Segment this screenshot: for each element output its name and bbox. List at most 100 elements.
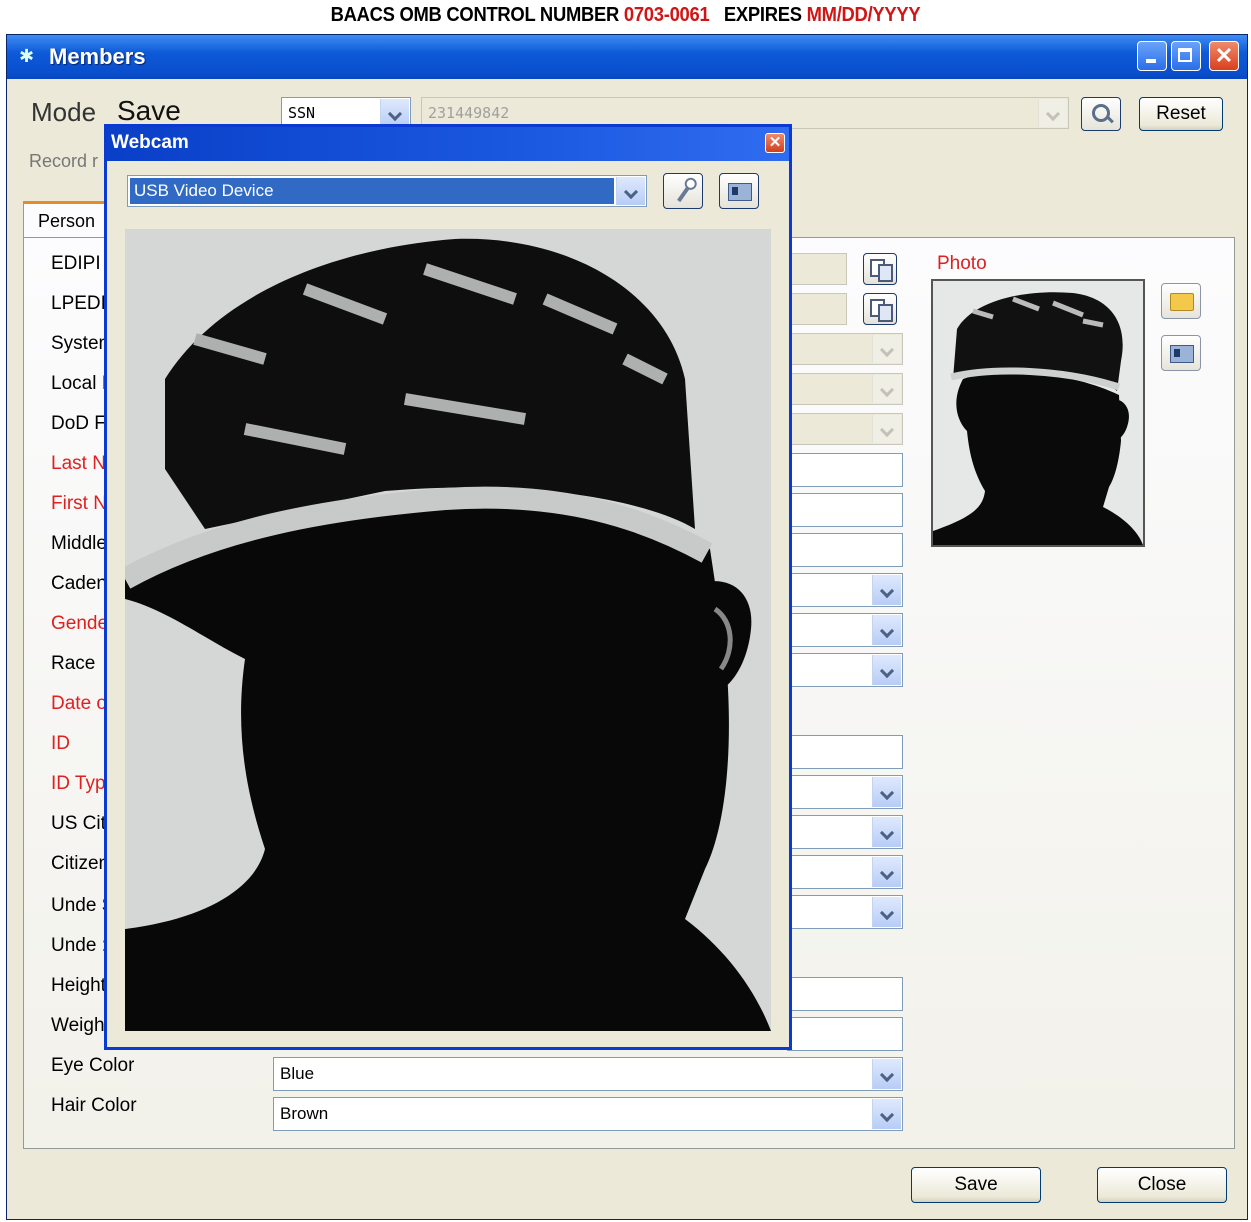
webcam-silhouette: [125, 229, 771, 1031]
lpedi-input[interactable]: [787, 293, 847, 325]
omb-control-banner: BAACS OMB CONTROL NUMBER 0703-0061 EXPIR…: [50, 4, 1201, 27]
webcam-dialog: Webcam ✕ USB Video Device: [104, 124, 792, 1050]
mode-label: Mode: [31, 97, 97, 127]
field-label-eye-color: Eye Color: [51, 1055, 135, 1076]
dod-select[interactable]: [787, 413, 903, 445]
copy-edipi-button[interactable]: [863, 253, 897, 285]
omb-prefix: BAACS OMB CONTROL NUMBER: [330, 4, 620, 26]
chevron-down-icon[interactable]: [872, 817, 901, 847]
video-device-select[interactable]: USB Video Device: [127, 175, 647, 207]
webcam-title-bar[interactable]: Webcam ✕: [107, 127, 789, 161]
field-label-dod: DoD F: [51, 413, 106, 434]
omb-expires-label: EXPIRES: [723, 4, 802, 26]
video-device-value: USB Video Device: [130, 178, 614, 204]
field-label-local: Local I: [51, 373, 107, 394]
citizenship-select[interactable]: [787, 855, 903, 889]
field-label-weight: Weigh: [51, 1015, 105, 1036]
photo-silhouette: [933, 281, 1143, 545]
field-label-under-2: Unde :: [51, 935, 107, 956]
field-label-system: System: [51, 333, 111, 354]
window-title: Members: [49, 44, 146, 69]
folder-icon: [1170, 293, 1194, 311]
hair-color-select[interactable]: Brown: [273, 1097, 903, 1131]
record-label: Record r: [29, 151, 99, 171]
weight-input[interactable]: [787, 1017, 903, 1051]
close-icon: ✕: [768, 134, 782, 151]
id-card-icon: [1170, 345, 1194, 363]
chevron-down-icon[interactable]: [872, 575, 901, 605]
first-name-input[interactable]: [787, 493, 903, 527]
id-type-field-select[interactable]: [787, 775, 903, 809]
open-photo-button[interactable]: [1161, 283, 1201, 319]
field-label-id-type: ID Typ: [51, 773, 106, 794]
chevron-down-icon[interactable]: [872, 615, 901, 645]
photo-label: Photo: [937, 253, 987, 274]
wrench-icon: [677, 181, 693, 203]
app-icon: ✱: [19, 46, 35, 66]
close-icon: ✕: [1214, 43, 1234, 68]
title-bar[interactable]: ✱ Members ✕: [7, 35, 1247, 79]
window-close-button[interactable]: ✕: [1209, 41, 1239, 71]
copy-lpedi-button[interactable]: [863, 293, 897, 325]
chevron-down-icon[interactable]: [1038, 99, 1067, 127]
chevron-down-icon[interactable]: [616, 177, 645, 205]
middle-name-input[interactable]: [787, 533, 903, 567]
field-label-lpedi: LPEDI: [51, 293, 106, 314]
mode-value: Save: [117, 95, 181, 126]
chevron-down-icon[interactable]: [872, 1059, 901, 1089]
camera-capture-button[interactable]: [719, 173, 759, 209]
chevron-down-icon[interactable]: [872, 335, 901, 363]
id-card-icon: [728, 183, 752, 201]
under-s-select[interactable]: [787, 895, 903, 929]
field-label-hair-color: Hair Color: [51, 1095, 137, 1116]
save-button[interactable]: Save: [911, 1167, 1041, 1203]
local-select[interactable]: [787, 373, 903, 405]
close-button[interactable]: Close: [1097, 1167, 1227, 1203]
capture-photo-button[interactable]: [1161, 335, 1201, 371]
minimize-button[interactable]: [1137, 41, 1167, 71]
last-name-input[interactable]: [787, 453, 903, 487]
omb-number: 0703-0061: [623, 4, 710, 26]
field-label-race: Race: [51, 653, 96, 674]
field-label-middle: Middle: [51, 533, 107, 554]
id-input[interactable]: [787, 735, 903, 769]
chevron-down-icon[interactable]: [872, 777, 901, 807]
photo-preview: [931, 279, 1145, 547]
eye-color-select[interactable]: Blue: [273, 1057, 903, 1091]
field-label-cadence: Cadence: [51, 573, 111, 594]
webcam-video-feed: [125, 229, 771, 1031]
chevron-down-icon[interactable]: [872, 415, 901, 443]
chevron-down-icon[interactable]: [872, 897, 901, 927]
id-number-value: 231449842: [428, 104, 510, 122]
camera-settings-button[interactable]: [663, 173, 703, 209]
field-label-first-name: First N: [51, 493, 107, 514]
reset-button[interactable]: Reset: [1139, 97, 1223, 131]
search-button[interactable]: [1081, 97, 1121, 131]
webcam-title: Webcam: [111, 132, 189, 153]
cadence-select[interactable]: [787, 573, 903, 607]
race-select[interactable]: [787, 653, 903, 687]
field-label-id: ID: [51, 733, 70, 754]
chevron-down-icon[interactable]: [380, 99, 409, 127]
field-label-us-citizen: US Cit: [51, 813, 106, 834]
omb-expires-value: MM/DD/YYYY: [806, 4, 921, 26]
field-label-under-s: Unde S: [51, 895, 111, 916]
webcam-close-button[interactable]: ✕: [765, 133, 785, 153]
gender-select[interactable]: [787, 613, 903, 647]
chevron-down-icon[interactable]: [872, 857, 901, 887]
maximize-button[interactable]: [1171, 41, 1201, 71]
id-type-value: SSN: [288, 104, 316, 122]
chevron-down-icon[interactable]: [872, 1099, 901, 1129]
field-label-citizenship: Citizen: [51, 853, 110, 874]
field-label-gender: Gende: [51, 613, 109, 634]
hair-color-value: Brown: [280, 1104, 329, 1123]
eye-color-value: Blue: [280, 1064, 315, 1083]
edipi-input[interactable]: [787, 253, 847, 285]
system-select[interactable]: [787, 333, 903, 365]
chevron-down-icon[interactable]: [872, 655, 901, 685]
field-label-edipi: EDIPI: [51, 253, 101, 274]
field-label-height: Height: [51, 975, 106, 996]
us-citizen-select[interactable]: [787, 815, 903, 849]
chevron-down-icon[interactable]: [872, 375, 901, 403]
height-input[interactable]: [787, 977, 903, 1011]
